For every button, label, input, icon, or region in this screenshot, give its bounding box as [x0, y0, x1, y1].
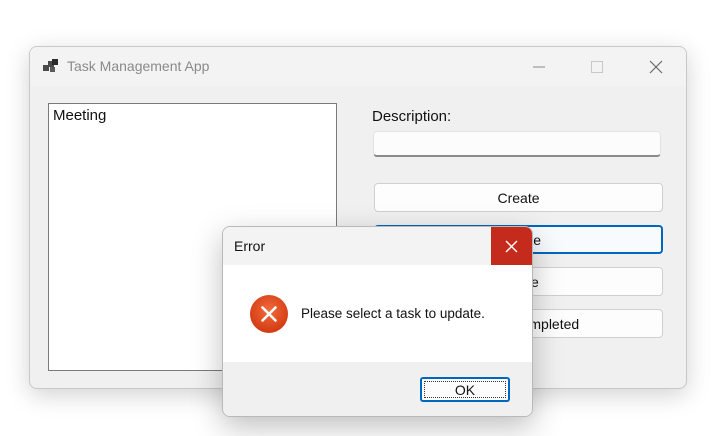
- description-label: Description:: [372, 108, 452, 125]
- error-dialog: Error Please select a task to update. OK: [222, 226, 533, 417]
- ok-button[interactable]: OK: [420, 377, 510, 402]
- error-icon: [249, 294, 289, 334]
- window-title: Task Management App: [67, 58, 210, 74]
- title-bar: Task Management App: [30, 47, 686, 86]
- dialog-title-bar: Error: [223, 227, 532, 265]
- close-icon: [505, 240, 518, 253]
- dialog-body: Please select a task to update.: [223, 265, 532, 362]
- maximize-button[interactable]: [568, 47, 626, 86]
- description-input[interactable]: [373, 131, 661, 157]
- dialog-close-button[interactable]: [491, 227, 532, 265]
- dialog-title: Error: [234, 238, 266, 254]
- dialog-message: Please select a task to update.: [301, 306, 485, 321]
- maximize-icon: [591, 61, 603, 73]
- dialog-footer: OK: [223, 362, 532, 416]
- close-icon: [649, 60, 663, 74]
- list-item[interactable]: Meeting: [53, 107, 106, 124]
- create-button[interactable]: Create: [374, 183, 663, 212]
- minimize-icon: [533, 66, 545, 68]
- close-button[interactable]: [627, 47, 685, 86]
- app-window-icon: [43, 59, 58, 74]
- minimize-button[interactable]: [510, 47, 568, 86]
